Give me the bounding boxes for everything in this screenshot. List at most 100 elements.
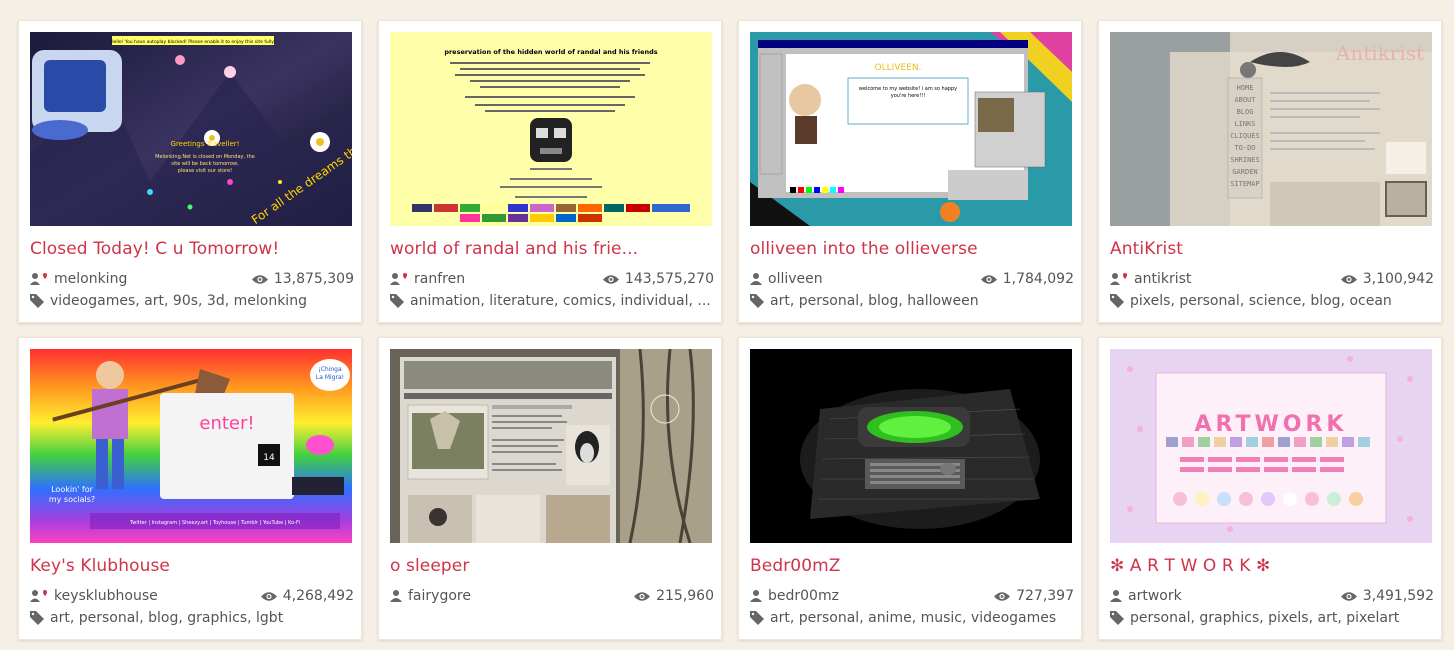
view-count-value: 13,875,309 xyxy=(273,271,354,287)
tag-link[interactable]: blog xyxy=(868,293,898,309)
tag-link[interactable]: blog xyxy=(1310,293,1340,309)
owner-name: olliveen xyxy=(768,271,823,287)
tag-link[interactable]: videogames xyxy=(50,293,135,309)
site-title[interactable]: AntiKrist xyxy=(1110,239,1432,259)
tag-link[interactable]: graphics xyxy=(187,610,247,626)
tag-link[interactable]: art xyxy=(50,610,70,626)
site-tags: animation, literature, comics, individua… xyxy=(390,293,714,309)
view-count: 4,268,492 xyxy=(260,588,354,604)
tag-link[interactable]: 3d xyxy=(207,293,225,309)
eye-icon xyxy=(602,274,619,285)
site-card[interactable]: Bedr00mZ bedr00mz 727,397 art, personal,… xyxy=(738,337,1082,640)
view-count-value: 727,397 xyxy=(1016,588,1074,604)
tag-link[interactable]: pixels xyxy=(1130,293,1170,309)
tag-link[interactable]: melonking xyxy=(234,293,307,309)
site-owner[interactable]: bedr00mz xyxy=(750,588,839,604)
tag-link[interactable]: art xyxy=(144,293,164,309)
site-card[interactable]: enter! 14 ¡Chinga La Migra! Lookin' for … xyxy=(18,337,362,640)
site-card[interactable]: o sleeper fairygore 215,960 xyxy=(378,337,722,640)
site-card[interactable]: OLLIVEEN. welcome to my website! i am so… xyxy=(738,20,1082,323)
site-thumbnail[interactable]: enter! 14 ¡Chinga La Migra! Lookin' for … xyxy=(30,349,352,543)
site-card[interactable]: Hello! You have autoplay blocked! Please… xyxy=(18,20,362,323)
user-heart-icon xyxy=(390,272,408,286)
site-owner[interactable]: antikrist xyxy=(1110,271,1191,287)
tag-link[interactable]: 90s xyxy=(173,293,198,309)
site-title[interactable]: Closed Today! C u Tomorrow! xyxy=(30,239,352,259)
tag-link[interactable]: pixels xyxy=(1268,610,1308,626)
site-owner[interactable]: olliveen xyxy=(750,271,823,287)
tag-link[interactable]: art xyxy=(1318,610,1338,626)
tag-link[interactable]: ocean xyxy=(1349,293,1391,309)
site-owner[interactable]: ranfren xyxy=(390,271,465,287)
site-title[interactable]: world of randal and his frie... xyxy=(390,239,712,259)
view-count-value: 4,268,492 xyxy=(282,588,354,604)
tag-link[interactable]: literature xyxy=(489,293,554,309)
site-title[interactable]: o sleeper xyxy=(390,556,712,576)
tag-icon xyxy=(390,294,404,308)
user-heart-icon xyxy=(1110,272,1128,286)
svg-text:enter!: enter! xyxy=(199,413,254,434)
svg-text:HOME: HOME xyxy=(1237,84,1254,92)
site-meta: bedr00mz 727,397 xyxy=(750,588,1074,604)
view-count-value: 3,100,942 xyxy=(1362,271,1434,287)
site-owner[interactable]: artwork xyxy=(1110,588,1182,604)
site-grid: Hello! You have autoplay blocked! Please… xyxy=(0,0,1454,650)
user-heart-icon xyxy=(30,272,48,286)
site-title[interactable]: ✻ A R T W O R K ✻ xyxy=(1110,556,1432,576)
view-count: 727,397 xyxy=(994,588,1074,604)
tag-link[interactable]: lgbt xyxy=(256,610,283,626)
tag-link[interactable]: animation xyxy=(410,293,480,309)
site-title[interactable]: Bedr00mZ xyxy=(750,556,1072,576)
tag-link[interactable]: art xyxy=(770,293,790,309)
tag-list: art, personal, blog, graphics, lgbt xyxy=(50,610,284,626)
tag-link[interactable]: science xyxy=(1249,293,1302,309)
tag-link[interactable]: pixelart xyxy=(1346,610,1399,626)
tag-link[interactable]: personal xyxy=(1130,610,1190,626)
tag-link[interactable]: individual xyxy=(621,293,689,309)
site-card[interactable]: ARTWORK ✻ A R T W O R K ✻ artwork 3,491,… xyxy=(1098,337,1442,640)
owner-name: bedr00mz xyxy=(768,588,839,604)
tag-link[interactable]: personal xyxy=(799,293,859,309)
tag-link[interactable]: ... xyxy=(697,293,710,309)
svg-text:LINKS: LINKS xyxy=(1234,120,1255,128)
owner-name: fairygore xyxy=(408,588,471,604)
view-count: 1,784,092 xyxy=(980,271,1074,287)
svg-text:SHRINES: SHRINES xyxy=(1230,156,1260,164)
site-owner[interactable]: fairygore xyxy=(390,588,471,604)
tag-link[interactable]: halloween xyxy=(907,293,978,309)
site-card[interactable]: preservation of the hidden world of rand… xyxy=(378,20,722,323)
svg-text:you're here!!!: you're here!!! xyxy=(891,93,925,99)
site-title[interactable]: olliveen into the ollieverse xyxy=(750,239,1072,259)
svg-text:Greetings Traveller!: Greetings Traveller! xyxy=(171,140,240,148)
site-owner[interactable]: melonking xyxy=(30,271,127,287)
site-owner[interactable]: keysklubhouse xyxy=(30,588,158,604)
tag-link[interactable]: art xyxy=(770,610,790,626)
site-tags: art, personal, blog, graphics, lgbt xyxy=(30,610,354,626)
user-icon xyxy=(750,272,762,286)
tag-link[interactable]: comics xyxy=(563,293,612,309)
tag-link[interactable]: music xyxy=(921,610,962,626)
site-thumbnail[interactable]: Hello! You have autoplay blocked! Please… xyxy=(30,32,352,226)
site-thumbnail[interactable]: OLLIVEEN. welcome to my website! i am so… xyxy=(750,32,1072,226)
eye-icon xyxy=(994,591,1011,602)
tag-link[interactable]: anime xyxy=(868,610,912,626)
tag-link[interactable]: personal xyxy=(79,610,139,626)
site-meta: olliveen 1,784,092 xyxy=(750,271,1074,287)
tag-link[interactable]: personal xyxy=(799,610,859,626)
site-thumbnail[interactable] xyxy=(750,349,1072,543)
site-meta: fairygore 215,960 xyxy=(390,588,714,604)
tag-link[interactable]: videogames xyxy=(971,610,1056,626)
site-thumbnail[interactable]: preservation of the hidden world of rand… xyxy=(390,32,712,226)
tag-link[interactable]: personal xyxy=(1179,293,1239,309)
site-thumbnail[interactable]: Antikrist HOME ABOUT BLOG LINKS CLIQUES … xyxy=(1110,32,1432,226)
site-card[interactable]: Antikrist HOME ABOUT BLOG LINKS CLIQUES … xyxy=(1098,20,1442,323)
svg-text:Twitter | Instagram | Sheezy.a: Twitter | Instagram | Sheezy.art | Toyho… xyxy=(129,520,300,526)
user-icon xyxy=(750,589,762,603)
eye-icon xyxy=(634,591,651,602)
site-title[interactable]: Key's Klubhouse xyxy=(30,556,352,576)
tag-link[interactable]: graphics xyxy=(1199,610,1259,626)
view-count-value: 1,784,092 xyxy=(1002,271,1074,287)
site-thumbnail[interactable]: ARTWORK xyxy=(1110,349,1432,543)
site-thumbnail[interactable] xyxy=(390,349,712,543)
tag-link[interactable]: blog xyxy=(148,610,178,626)
